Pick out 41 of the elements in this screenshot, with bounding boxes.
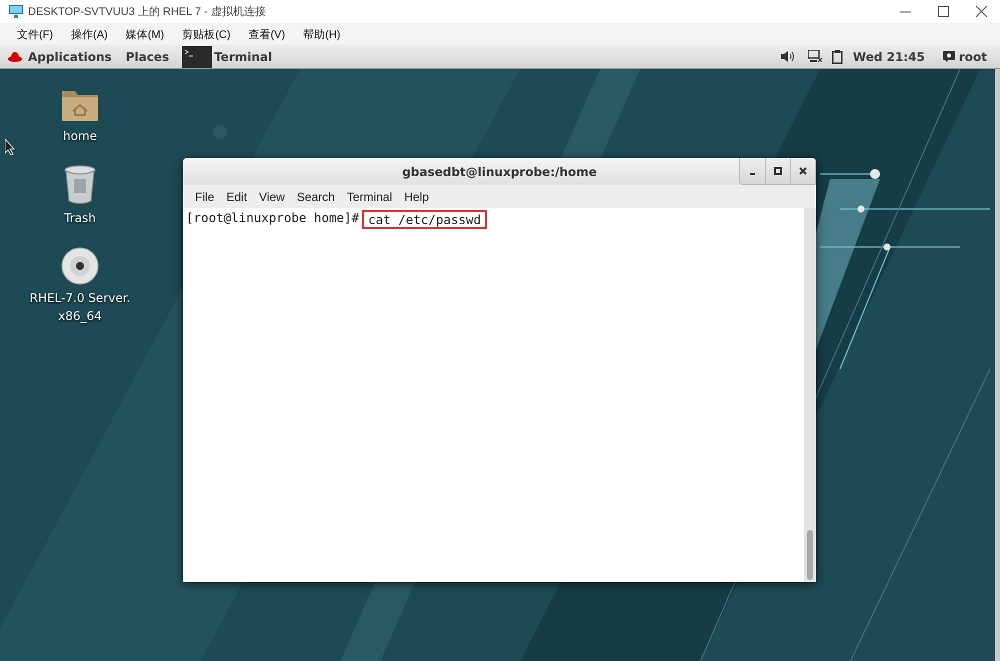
monitor-icon <box>9 5 23 18</box>
close-icon <box>799 167 807 175</box>
desktop-icon-label[interactable]: home <box>28 127 132 145</box>
menu-item[interactable]: 查看(V) <box>248 26 286 42</box>
menu-item[interactable]: Terminal <box>340 190 398 204</box>
menu-item[interactable]: Search <box>290 190 341 204</box>
places-menu[interactable]: Places <box>126 50 170 64</box>
close-icon <box>976 6 986 17</box>
cursor-icon <box>5 139 15 155</box>
maximize-icon <box>938 6 948 17</box>
window-title: DESKTOP-SVTVUU3 上的 RHEL 7 - 虚拟机连接 <box>28 4 267 19</box>
terminal-title: gbasedbt@linuxprobe:/home <box>402 164 597 178</box>
hat-icon <box>8 50 22 62</box>
volume-icon[interactable] <box>780 51 794 62</box>
scrollbar[interactable] <box>804 208 816 582</box>
network-icon[interactable] <box>808 50 822 63</box>
maximize-button[interactable] <box>765 158 790 184</box>
menu-item[interactable]: Help <box>398 190 435 204</box>
user-menu[interactable]: root <box>958 50 987 64</box>
trash-icon <box>63 165 97 205</box>
menu-item[interactable]: 操作(A) <box>71 26 108 42</box>
user-icon <box>942 51 955 62</box>
menu-item[interactable]: 媒体(M) <box>126 26 164 42</box>
terminal-icon <box>182 46 212 68</box>
clipboard-icon[interactable] <box>832 50 843 64</box>
taskbar-item[interactable]: Terminal <box>214 50 272 64</box>
menu-item[interactable]: View <box>253 190 291 204</box>
shell-prompt: [root@linuxprobe home]# <box>186 210 360 225</box>
maximize-icon <box>774 167 782 175</box>
disc-icon <box>61 247 99 285</box>
desktop-icon-label[interactable]: RHEL-7.0 Server. x86_64 <box>28 289 132 325</box>
clock[interactable]: Wed 21:45 <box>852 50 925 64</box>
menu-item[interactable]: File <box>189 190 220 204</box>
menu-item[interactable]: 剪贴板(C) <box>182 26 230 42</box>
menu-item[interactable]: 帮助(H) <box>303 26 340 42</box>
close-button[interactable] <box>790 158 815 184</box>
applications-menu[interactable]: Applications <box>28 50 112 64</box>
menu-item[interactable]: Edit <box>220 190 254 204</box>
menu-item[interactable]: 文件(F) <box>17 26 54 42</box>
desktop-icon-label[interactable]: Trash <box>28 209 132 227</box>
command-text: cat /etc/passwd <box>362 210 487 229</box>
